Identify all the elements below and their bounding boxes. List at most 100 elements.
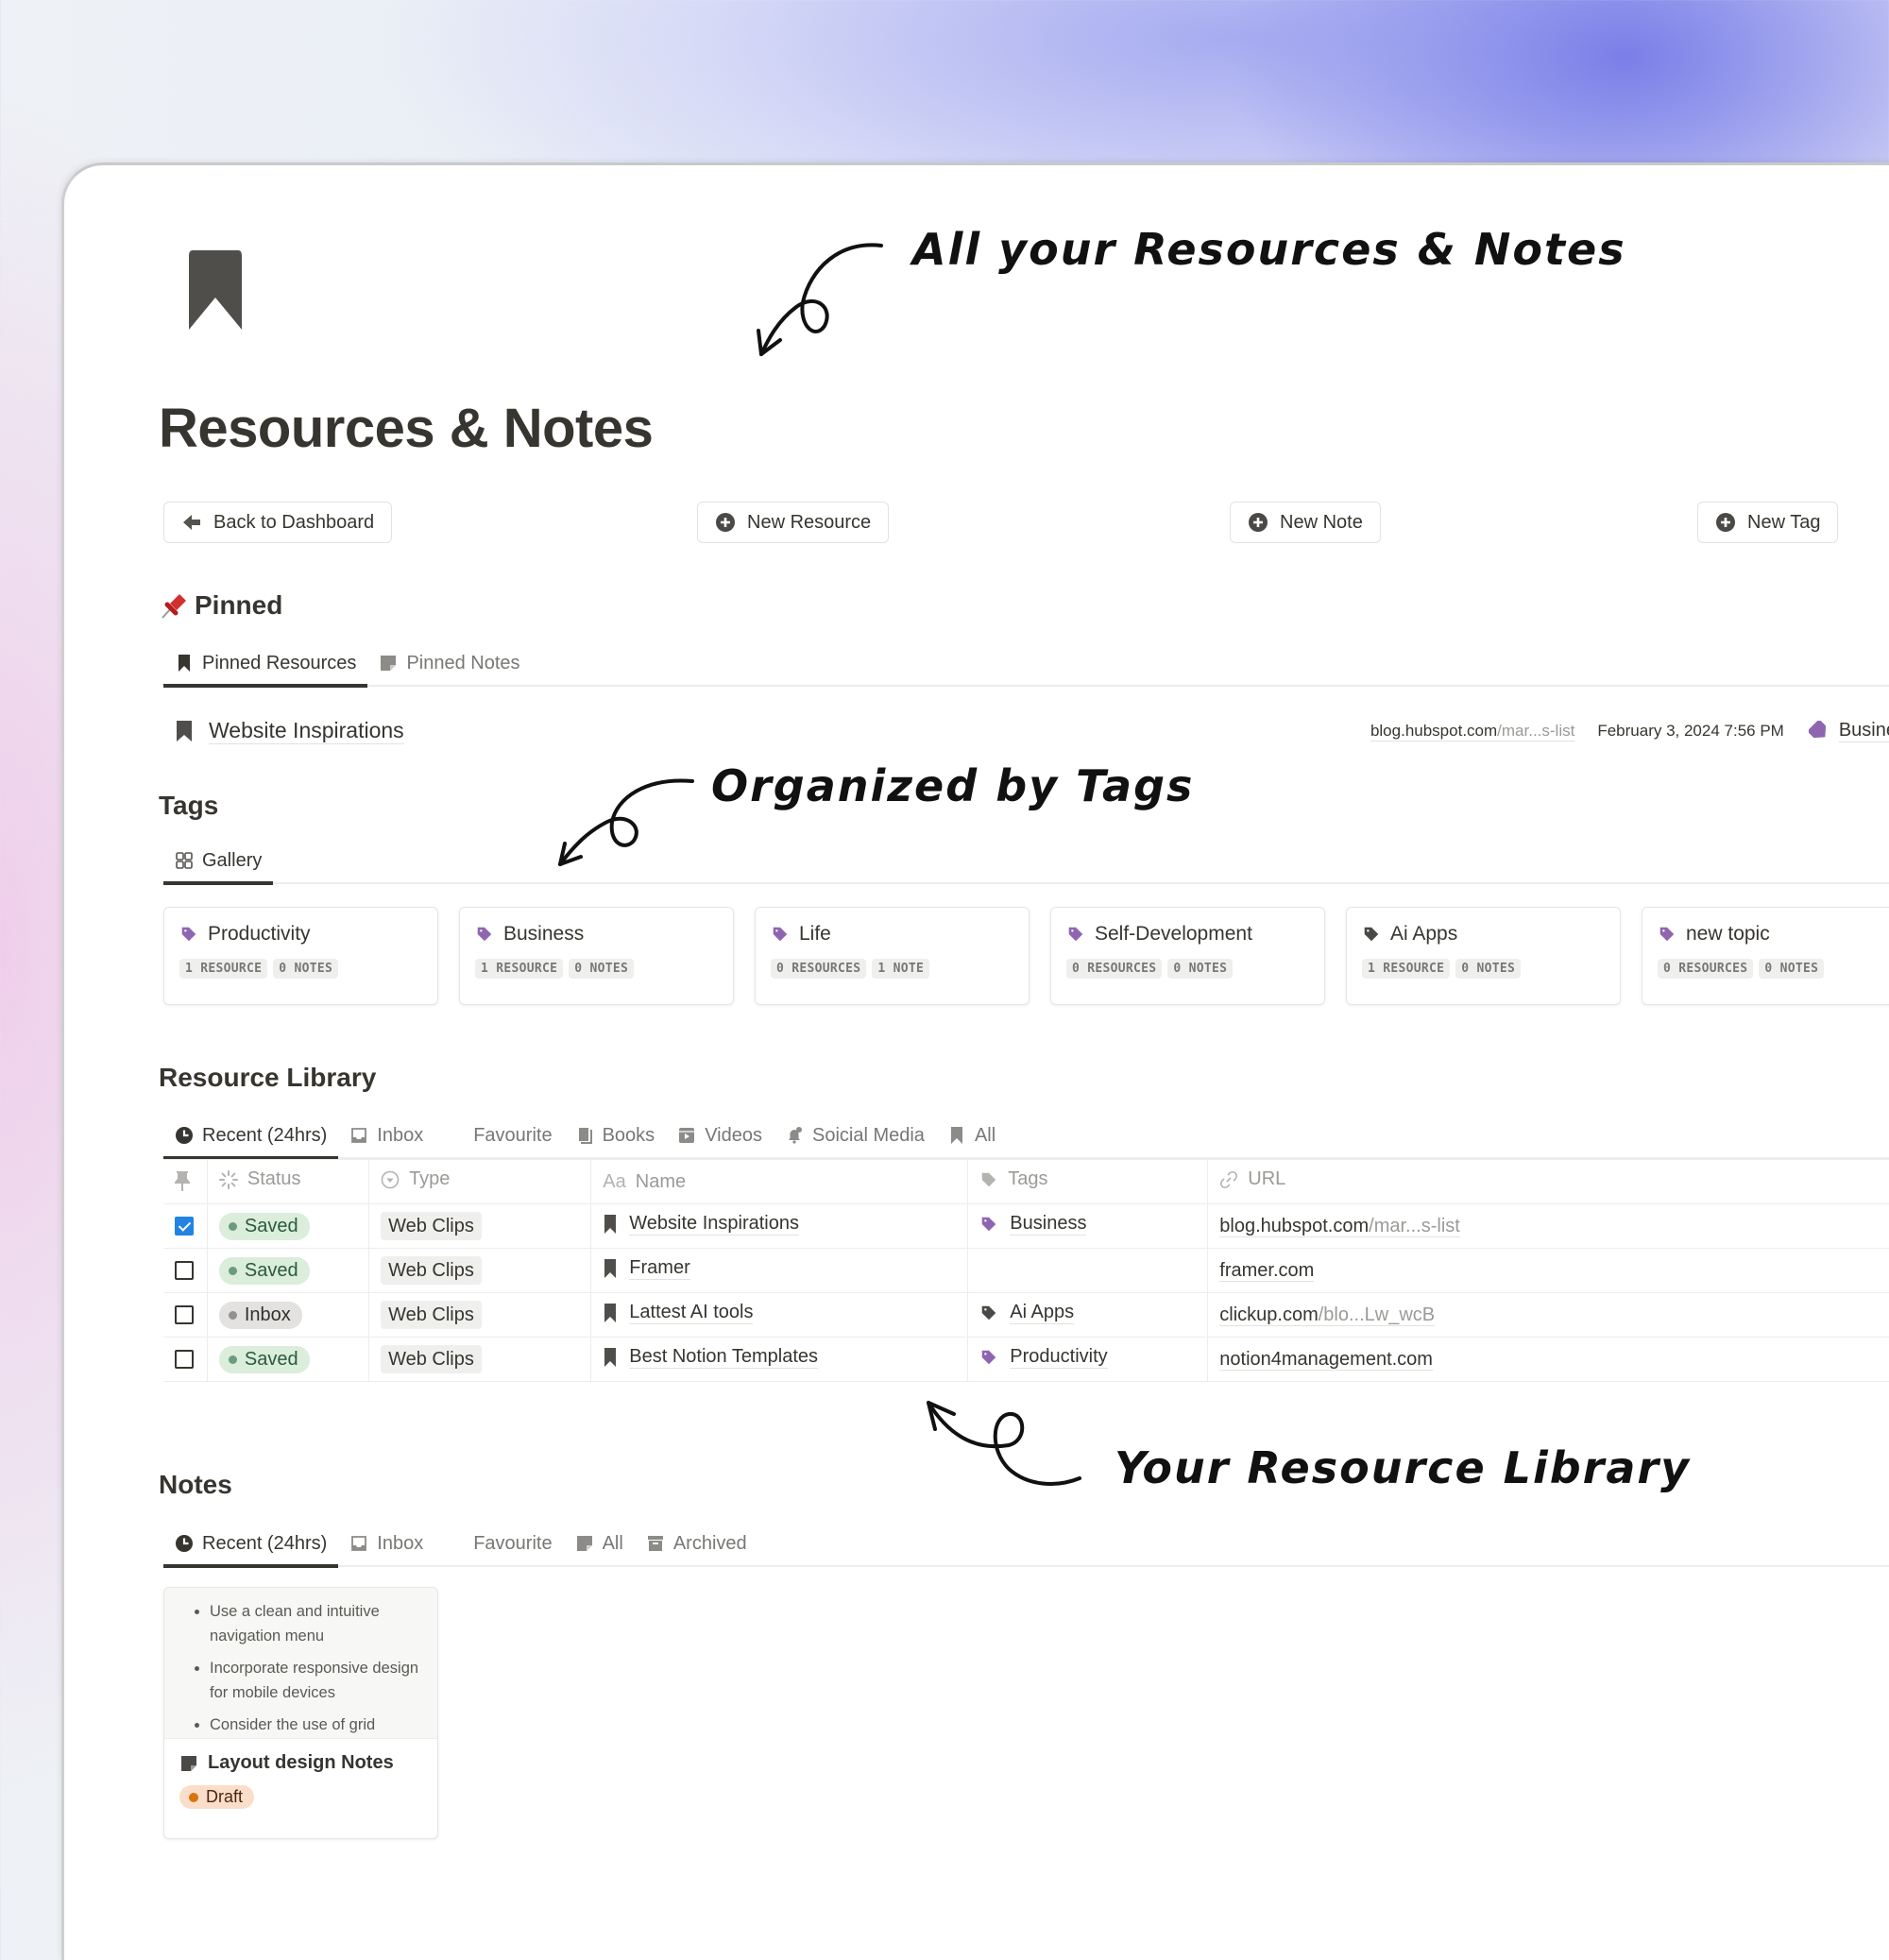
plus-circle-icon — [716, 513, 735, 532]
note-card[interactable]: Use a clean and intuitive navigation men… — [163, 1587, 438, 1839]
table-row[interactable]: Saved Web Clips Website Inspirations Busine… — [163, 1203, 1889, 1249]
new-resource-button[interactable]: New Resource — [697, 502, 890, 543]
tags-cell[interactable] — [967, 1248, 1209, 1293]
archive-icon — [646, 1534, 665, 1553]
tags-cell[interactable]: Business — [967, 1203, 1209, 1249]
tag-link[interactable]: Ai Apps — [1010, 1302, 1075, 1324]
tab-inbox[interactable]: Inbox — [338, 1114, 434, 1157]
tag-link[interactable]: Business — [1010, 1213, 1087, 1236]
name-cell[interactable]: Website Inspirations — [590, 1203, 969, 1249]
status-cell[interactable]: Inbox — [206, 1292, 370, 1338]
resource-library-heading: Resource Library — [159, 1063, 377, 1092]
note-count-badge: 0 NOTES — [1759, 959, 1825, 979]
tag-card[interactable]: Business 1 RESOURCE 0 NOTES — [459, 907, 734, 1005]
column-label: Status — [247, 1168, 301, 1190]
tab-pinned-resources[interactable]: Pinned Resources — [163, 641, 368, 688]
table-row[interactable]: Saved Web Clips Framer framer.com — [163, 1248, 1889, 1293]
pin-cell[interactable] — [163, 1248, 208, 1293]
new-resource-label: New Resource — [747, 511, 872, 533]
tab-inbox[interactable]: Inbox — [338, 1522, 434, 1565]
tag-card[interactable]: Life 0 RESOURCES 1 NOTE — [755, 907, 1030, 1005]
pin-checkbox[interactable] — [175, 1305, 194, 1325]
tab-books[interactable]: Books — [564, 1114, 667, 1157]
status-cell[interactable]: Saved — [206, 1248, 370, 1293]
tab-pinned-notes[interactable]: Pinned Notes — [367, 641, 531, 685]
pin-checkbox[interactable] — [175, 1350, 194, 1370]
url-cell[interactable]: framer.com — [1207, 1248, 1889, 1293]
name-cell[interactable]: Framer — [590, 1248, 969, 1293]
tags-view-tabs: Gallery — [163, 839, 1889, 885]
pin-checkbox[interactable] — [175, 1217, 194, 1236]
resource-name-link[interactable]: Website Inspirations — [629, 1213, 799, 1236]
plus-circle-icon — [1249, 513, 1268, 532]
new-note-label: New Note — [1280, 511, 1363, 533]
name-cell[interactable]: Lattest AI tools — [590, 1292, 969, 1338]
new-note-button[interactable]: New Note — [1230, 502, 1381, 543]
note-title[interactable]: Layout design Notes — [164, 1739, 437, 1774]
tags-cell[interactable]: Productivity — [967, 1337, 1209, 1382]
status-cell[interactable]: Saved — [206, 1337, 370, 1382]
tags-column-header[interactable]: Tags — [967, 1159, 1209, 1204]
tag-card[interactable]: Ai Apps 1 RESOURCE 0 NOTES — [1346, 907, 1621, 1005]
table-row[interactable]: Saved Web Clips Best Notion Templates Produ… — [163, 1337, 1889, 1382]
tab-gallery[interactable]: Gallery — [163, 839, 274, 885]
url-cell[interactable]: blog.hubspot.com/mar...s-list — [1207, 1203, 1889, 1249]
tag-card[interactable]: Productivity 1 RESOURCE 0 NOTES — [163, 907, 438, 1005]
type-cell[interactable]: Web Clips — [368, 1248, 592, 1293]
tag-card[interactable]: new topic 0 RESOURCES 0 NOTES — [1642, 907, 1889, 1005]
type-cell[interactable]: Web Clips — [368, 1337, 592, 1382]
pinned-resource-row[interactable]: Website Inspirations blog.hubspot.com/ma… — [163, 708, 1889, 754]
tab-recent-24hrs[interactable]: Recent (24hrs) — [163, 1114, 339, 1160]
url-link[interactable]: framer.com — [1219, 1259, 1315, 1282]
pin-checkbox[interactable] — [175, 1261, 194, 1281]
tab-soicial-media[interactable]: Soicial Media — [774, 1114, 936, 1157]
pinned-resource-name[interactable]: Website Inspirations — [209, 718, 404, 744]
new-tag-button[interactable]: New Tag — [1697, 502, 1839, 543]
url-cell[interactable]: clickup.com/blo...Lw_wcB — [1207, 1292, 1889, 1338]
note-title-label: Layout design Notes — [208, 1752, 394, 1773]
note-icon — [381, 656, 397, 671]
annotation-organized-tags: Organized by Tags — [711, 760, 1195, 811]
resource-name-link[interactable]: Framer — [629, 1257, 690, 1280]
note-preview: Use a clean and intuitive navigation men… — [164, 1588, 437, 1739]
pinned-resource-url[interactable]: blog.hubspot.com/mar...s-list — [1370, 722, 1575, 741]
tab-videos[interactable]: Videos — [666, 1114, 774, 1157]
pin-column-header[interactable] — [163, 1159, 208, 1204]
pin-cell[interactable] — [163, 1292, 208, 1338]
table-row[interactable]: Inbox Web Clips Lattest AI tools Ai Apps cli… — [163, 1292, 1889, 1338]
tag-link[interactable]: Productivity — [1010, 1346, 1108, 1369]
url-link[interactable]: blog.hubspot.com/mar...s-list — [1219, 1215, 1460, 1237]
tag-card[interactable]: Self-Development 0 RESOURCES 0 NOTES — [1050, 907, 1325, 1005]
url-cell[interactable]: notion4management.com — [1207, 1337, 1889, 1382]
tab-archived[interactable]: Archived — [635, 1522, 758, 1565]
plus-circle-icon — [1716, 513, 1735, 532]
book-icon — [575, 1126, 594, 1145]
pin-cell[interactable] — [163, 1203, 208, 1249]
url-link[interactable]: clickup.com/blo...Lw_wcB — [1219, 1304, 1436, 1326]
tags-cell[interactable]: Ai Apps — [967, 1292, 1209, 1338]
note-count-badge: 0 NOTES — [569, 959, 635, 979]
name-cell[interactable]: Best Notion Templates — [590, 1337, 969, 1382]
tab-favourite[interactable]: Favourite — [434, 1522, 563, 1565]
resource-count-badge: 1 RESOURCE — [475, 959, 564, 979]
back-to-dashboard-button[interactable]: Back to Dashboard — [163, 502, 393, 543]
note-count-badge: 0 NOTES — [1455, 959, 1522, 979]
inbox-icon — [349, 1534, 368, 1553]
resource-name-link[interactable]: Best Notion Templates — [629, 1346, 819, 1369]
type-column-header[interactable]: Type — [368, 1159, 592, 1204]
type-cell[interactable]: Web Clips — [368, 1292, 592, 1338]
url-link[interactable]: notion4management.com — [1219, 1348, 1433, 1371]
type-cell[interactable]: Web Clips — [368, 1203, 592, 1249]
pinned-resource-tag[interactable]: Business — [1838, 720, 1889, 742]
resource-name-link[interactable]: Lattest AI tools — [629, 1302, 754, 1324]
name-column-header[interactable]: Aa Name — [590, 1159, 969, 1204]
url-column-header[interactable]: URL — [1207, 1159, 1889, 1204]
pin-cell[interactable] — [163, 1337, 208, 1382]
status-column-header[interactable]: Status — [206, 1159, 370, 1204]
tab-all[interactable]: All — [564, 1522, 635, 1565]
status-cell[interactable]: Saved — [206, 1203, 370, 1249]
pin-icon — [174, 1171, 191, 1192]
tab-recent-24hrs[interactable]: Recent (24hrs) — [163, 1522, 339, 1568]
tab-favourite[interactable]: Favourite — [434, 1114, 563, 1157]
tab-all[interactable]: All — [936, 1114, 1007, 1157]
